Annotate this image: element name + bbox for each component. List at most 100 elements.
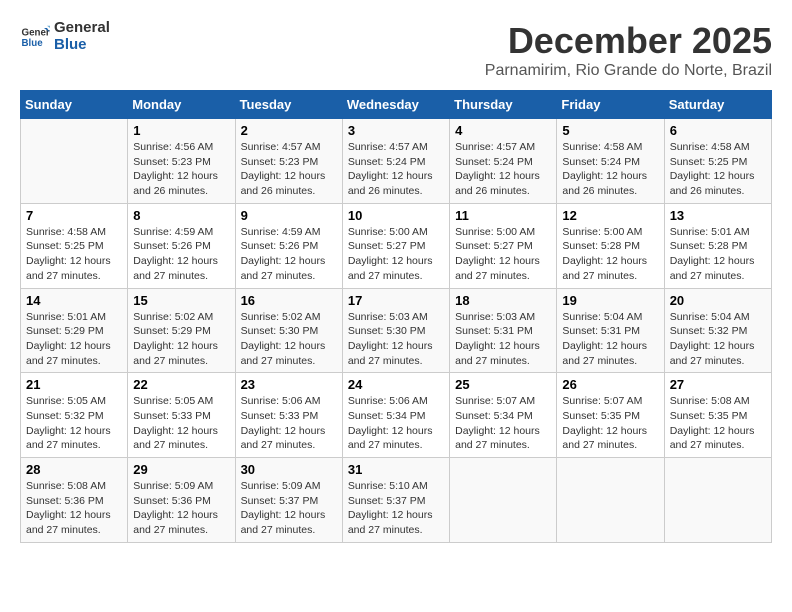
calendar-cell: 28 Sunrise: 5:08 AM Sunset: 5:36 PM Dayli… bbox=[21, 458, 128, 543]
day-info: Sunrise: 4:59 AM Sunset: 5:26 PM Dayligh… bbox=[133, 225, 229, 284]
day-number: 28 bbox=[26, 462, 122, 477]
day-number: 23 bbox=[241, 377, 337, 392]
day-number: 29 bbox=[133, 462, 229, 477]
calendar-cell: 31 Sunrise: 5:10 AM Sunset: 5:37 PM Dayli… bbox=[342, 458, 449, 543]
calendar-body: 1Sunrise: 4:56 AM Sunset: 5:23 PM Daylig… bbox=[21, 119, 772, 543]
header-friday: Friday bbox=[557, 91, 664, 119]
day-number: 14 bbox=[26, 293, 122, 308]
header-monday: Monday bbox=[128, 91, 235, 119]
day-number: 22 bbox=[133, 377, 229, 392]
day-info: Sunrise: 5:05 AM Sunset: 5:33 PM Dayligh… bbox=[133, 394, 229, 453]
calendar-cell: 5 Sunrise: 4:58 AM Sunset: 5:24 PM Daylig… bbox=[557, 119, 664, 204]
day-number: 10 bbox=[348, 208, 444, 223]
day-number: 31 bbox=[348, 462, 444, 477]
calendar-cell: 22 Sunrise: 5:05 AM Sunset: 5:33 PM Dayli… bbox=[128, 373, 235, 458]
day-number: 7 bbox=[26, 208, 122, 223]
day-number: 13 bbox=[670, 208, 766, 223]
day-number: 11 bbox=[455, 208, 551, 223]
day-info: Sunrise: 5:02 AM Sunset: 5:30 PM Dayligh… bbox=[241, 310, 337, 369]
calendar-cell: 12 Sunrise: 5:00 AM Sunset: 5:28 PM Dayli… bbox=[557, 203, 664, 288]
calendar-cell: 25Sunrise: 5:07 AM Sunset: 5:34 PM Dayli… bbox=[450, 373, 557, 458]
calendar-cell: 21 Sunrise: 5:05 AM Sunset: 5:32 PM Dayli… bbox=[21, 373, 128, 458]
week-row-2: 14 Sunrise: 5:01 AM Sunset: 5:29 PM Dayli… bbox=[21, 288, 772, 373]
calendar-header: SundayMondayTuesdayWednesdayThursdayFrid… bbox=[21, 91, 772, 119]
day-info: Sunrise: 4:57 AM Sunset: 5:23 PM Dayligh… bbox=[241, 140, 337, 199]
header-tuesday: Tuesday bbox=[235, 91, 342, 119]
day-info: Sunrise: 5:02 AM Sunset: 5:29 PM Dayligh… bbox=[133, 310, 229, 369]
day-number: 17 bbox=[348, 293, 444, 308]
day-number: 19 bbox=[562, 293, 658, 308]
calendar-cell: 24 Sunrise: 5:06 AM Sunset: 5:34 PM Dayli… bbox=[342, 373, 449, 458]
calendar-subtitle: Parnamirim, Rio Grande do Norte, Brazil bbox=[485, 62, 772, 80]
day-info: Sunrise: 5:00 AM Sunset: 5:27 PM Dayligh… bbox=[455, 225, 551, 284]
calendar-cell: 15 Sunrise: 5:02 AM Sunset: 5:29 PM Dayli… bbox=[128, 288, 235, 373]
calendar-cell: 19Sunrise: 5:04 AM Sunset: 5:31 PM Dayli… bbox=[557, 288, 664, 373]
day-info: Sunrise: 5:04 AM Sunset: 5:32 PM Dayligh… bbox=[670, 310, 766, 369]
day-number: 5 bbox=[562, 123, 658, 138]
day-number: 24 bbox=[348, 377, 444, 392]
day-number: 1 bbox=[133, 123, 229, 138]
calendar-cell: 26 Sunrise: 5:07 AM Sunset: 5:35 PM Dayli… bbox=[557, 373, 664, 458]
page-header: General Blue General Blue December 2025 … bbox=[20, 20, 772, 80]
day-info: Sunrise: 5:08 AM Sunset: 5:36 PM Dayligh… bbox=[26, 479, 122, 538]
day-info: Sunrise: 5:06 AM Sunset: 5:34 PM Dayligh… bbox=[348, 394, 444, 453]
day-info: Sunrise: 4:57 AM Sunset: 5:24 PM Dayligh… bbox=[455, 140, 551, 199]
day-number: 4 bbox=[455, 123, 551, 138]
svg-text:Blue: Blue bbox=[22, 38, 44, 49]
calendar-cell: 16Sunrise: 5:02 AM Sunset: 5:30 PM Dayli… bbox=[235, 288, 342, 373]
day-info: Sunrise: 4:57 AM Sunset: 5:24 PM Dayligh… bbox=[348, 140, 444, 199]
calendar-title: December 2025 bbox=[485, 20, 772, 62]
week-row-0: 1Sunrise: 4:56 AM Sunset: 5:23 PM Daylig… bbox=[21, 119, 772, 204]
logo-text-line2: Blue bbox=[54, 37, 110, 54]
logo: General Blue General Blue bbox=[20, 20, 110, 53]
calendar-cell: 30 Sunrise: 5:09 AM Sunset: 5:37 PM Dayli… bbox=[235, 458, 342, 543]
calendar-cell: 1Sunrise: 4:56 AM Sunset: 5:23 PM Daylig… bbox=[128, 119, 235, 204]
day-info: Sunrise: 5:00 AM Sunset: 5:27 PM Dayligh… bbox=[348, 225, 444, 284]
calendar-cell bbox=[450, 458, 557, 543]
logo-icon: General Blue bbox=[20, 22, 50, 52]
day-info: Sunrise: 5:01 AM Sunset: 5:29 PM Dayligh… bbox=[26, 310, 122, 369]
calendar-cell: 7 Sunrise: 4:58 AM Sunset: 5:25 PM Daylig… bbox=[21, 203, 128, 288]
title-section: December 2025 Parnamirim, Rio Grande do … bbox=[485, 20, 772, 80]
day-number: 21 bbox=[26, 377, 122, 392]
calendar-cell: 8 Sunrise: 4:59 AM Sunset: 5:26 PM Daylig… bbox=[128, 203, 235, 288]
calendar-cell: 13 Sunrise: 5:01 AM Sunset: 5:28 PM Dayli… bbox=[664, 203, 771, 288]
header-saturday: Saturday bbox=[664, 91, 771, 119]
day-info: Sunrise: 5:08 AM Sunset: 5:35 PM Dayligh… bbox=[670, 394, 766, 453]
day-info: Sunrise: 5:01 AM Sunset: 5:28 PM Dayligh… bbox=[670, 225, 766, 284]
calendar-cell: 11 Sunrise: 5:00 AM Sunset: 5:27 PM Dayli… bbox=[450, 203, 557, 288]
day-info: Sunrise: 5:00 AM Sunset: 5:28 PM Dayligh… bbox=[562, 225, 658, 284]
calendar-cell bbox=[21, 119, 128, 204]
day-number: 15 bbox=[133, 293, 229, 308]
header-wednesday: Wednesday bbox=[342, 91, 449, 119]
week-row-4: 28 Sunrise: 5:08 AM Sunset: 5:36 PM Dayli… bbox=[21, 458, 772, 543]
calendar-cell: 2Sunrise: 4:57 AM Sunset: 5:23 PM Daylig… bbox=[235, 119, 342, 204]
calendar-cell bbox=[664, 458, 771, 543]
day-number: 8 bbox=[133, 208, 229, 223]
calendar-cell: 3 Sunrise: 4:57 AM Sunset: 5:24 PM Daylig… bbox=[342, 119, 449, 204]
calendar-cell bbox=[557, 458, 664, 543]
calendar-cell: 17Sunrise: 5:03 AM Sunset: 5:30 PM Dayli… bbox=[342, 288, 449, 373]
day-number: 26 bbox=[562, 377, 658, 392]
calendar-cell: 9Sunrise: 4:59 AM Sunset: 5:26 PM Daylig… bbox=[235, 203, 342, 288]
calendar-cell: 14 Sunrise: 5:01 AM Sunset: 5:29 PM Dayli… bbox=[21, 288, 128, 373]
calendar-cell: 18Sunrise: 5:03 AM Sunset: 5:31 PM Dayli… bbox=[450, 288, 557, 373]
calendar-cell: 23Sunrise: 5:06 AM Sunset: 5:33 PM Dayli… bbox=[235, 373, 342, 458]
day-info: Sunrise: 5:05 AM Sunset: 5:32 PM Dayligh… bbox=[26, 394, 122, 453]
day-info: Sunrise: 5:10 AM Sunset: 5:37 PM Dayligh… bbox=[348, 479, 444, 538]
day-number: 30 bbox=[241, 462, 337, 477]
day-info: Sunrise: 5:07 AM Sunset: 5:35 PM Dayligh… bbox=[562, 394, 658, 453]
day-number: 12 bbox=[562, 208, 658, 223]
day-number: 6 bbox=[670, 123, 766, 138]
day-number: 9 bbox=[241, 208, 337, 223]
day-info: Sunrise: 4:58 AM Sunset: 5:25 PM Dayligh… bbox=[670, 140, 766, 199]
day-info: Sunrise: 5:07 AM Sunset: 5:34 PM Dayligh… bbox=[455, 394, 551, 453]
day-info: Sunrise: 4:58 AM Sunset: 5:24 PM Dayligh… bbox=[562, 140, 658, 199]
header-sunday: Sunday bbox=[21, 91, 128, 119]
calendar-cell: 10 Sunrise: 5:00 AM Sunset: 5:27 PM Dayli… bbox=[342, 203, 449, 288]
day-info: Sunrise: 5:09 AM Sunset: 5:37 PM Dayligh… bbox=[241, 479, 337, 538]
calendar-table: SundayMondayTuesdayWednesdayThursdayFrid… bbox=[20, 90, 772, 543]
day-number: 3 bbox=[348, 123, 444, 138]
day-info: Sunrise: 4:58 AM Sunset: 5:25 PM Dayligh… bbox=[26, 225, 122, 284]
calendar-cell: 20Sunrise: 5:04 AM Sunset: 5:32 PM Dayli… bbox=[664, 288, 771, 373]
